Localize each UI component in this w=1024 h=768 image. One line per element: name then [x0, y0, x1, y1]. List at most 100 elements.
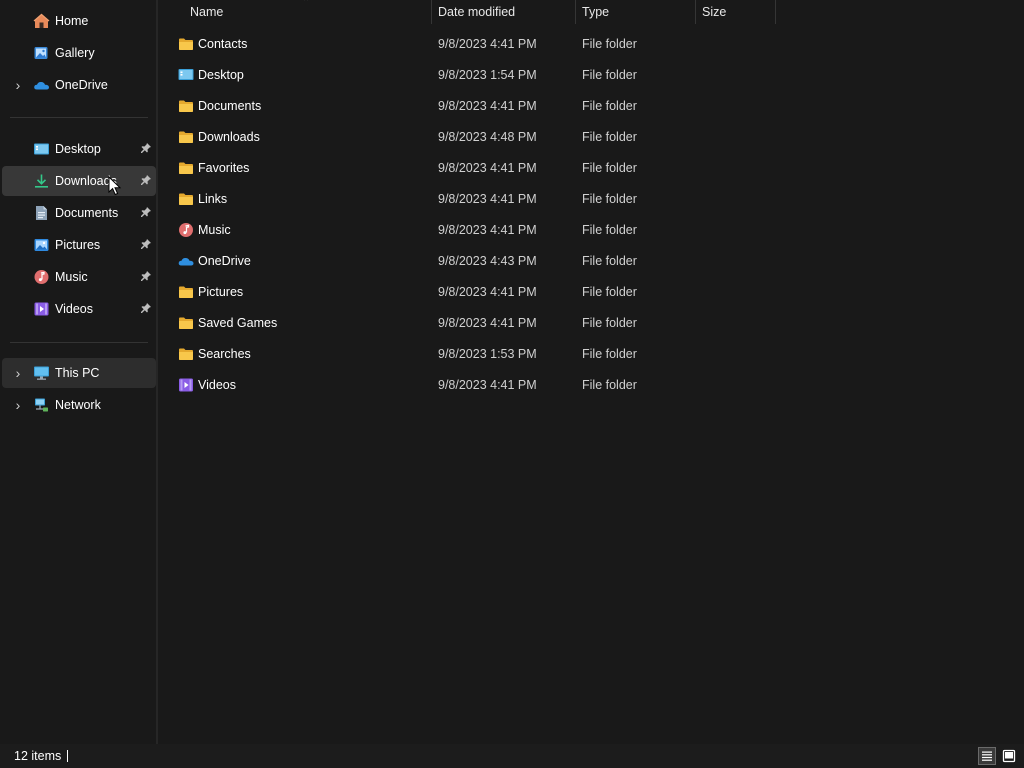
nav-divider: [10, 117, 148, 118]
file-name: Videos: [198, 378, 236, 392]
file-type: File folder: [582, 285, 637, 299]
file-row[interactable]: Favorites 9/8/2023 4:41 PM File folder: [166, 153, 776, 184]
this-pc-icon: [33, 365, 50, 381]
pin-icon[interactable]: [140, 238, 152, 250]
column-header-name[interactable]: Name: [190, 0, 223, 24]
gallery-icon: [33, 45, 50, 61]
nav-label: Music: [55, 270, 88, 284]
folder-icon: [178, 346, 194, 362]
column-divider[interactable]: [695, 0, 696, 24]
nav-label: Pictures: [55, 238, 101, 252]
file-row[interactable]: OneDrive 9/8/2023 4:43 PM File folder: [166, 246, 776, 277]
nav-item-downloads[interactable]: Downloads: [2, 166, 156, 196]
chevron-right-icon[interactable]: ›: [12, 78, 24, 92]
nav-item-home[interactable]: Home: [2, 6, 156, 36]
details-view-icon[interactable]: [978, 747, 996, 765]
file-row[interactable]: Desktop 9/8/2023 1:54 PM File folder: [166, 60, 776, 91]
nav-label: Documents: [55, 206, 119, 220]
file-type: File folder: [582, 37, 637, 51]
file-name: Favorites: [198, 161, 250, 175]
file-type: File folder: [582, 254, 637, 268]
column-header-type[interactable]: Type: [582, 0, 609, 24]
nav-item-videos[interactable]: Videos: [2, 294, 156, 324]
large-icons-view-icon[interactable]: [1000, 747, 1018, 765]
file-date-modified: 9/8/2023 1:54 PM: [438, 68, 537, 82]
file-date-modified: 9/8/2023 4:48 PM: [438, 130, 537, 144]
file-row[interactable]: Searches 9/8/2023 1:53 PM File folder: [166, 339, 776, 370]
folder-icon: [178, 315, 194, 331]
nav-item-desktop[interactable]: Desktop: [2, 134, 156, 164]
file-date-modified: 9/8/2023 4:43 PM: [438, 254, 537, 268]
nav-item-network[interactable]: › Network: [2, 390, 156, 420]
file-row[interactable]: Videos 9/8/2023 4:41 PM File folder: [166, 370, 776, 401]
pin-icon[interactable]: [140, 174, 152, 186]
file-name: Saved Games: [198, 316, 278, 330]
file-row[interactable]: Documents 9/8/2023 4:41 PM File folder: [166, 91, 776, 122]
file-type: File folder: [582, 378, 637, 392]
nav-item-gallery[interactable]: Gallery: [2, 38, 156, 68]
file-date-modified: 9/8/2023 4:41 PM: [438, 37, 537, 51]
desktop-icon: [33, 141, 50, 157]
folder-icon: [178, 160, 194, 176]
file-date-modified: 9/8/2023 4:41 PM: [438, 192, 537, 206]
status-bar: 12 items: [0, 744, 1024, 768]
nav-item-onedrive[interactable]: › OneDrive: [2, 70, 156, 100]
file-row[interactable]: Saved Games 9/8/2023 4:41 PM File folder: [166, 308, 776, 339]
nav-label: This PC: [55, 366, 100, 380]
column-divider[interactable]: [575, 0, 576, 24]
file-name: Music: [198, 223, 231, 237]
nav-item-documents[interactable]: Documents: [2, 198, 156, 228]
nav-label: Desktop: [55, 142, 101, 156]
file-row[interactable]: Contacts 9/8/2023 4:41 PM File folder: [166, 29, 776, 60]
sort-ascending-icon: ⌃: [302, 0, 311, 8]
file-type: File folder: [582, 161, 637, 175]
navigation-pane: Home Gallery › OneDrive Desktop Download…: [0, 0, 158, 744]
folder-icon: [178, 284, 194, 300]
nav-item-pictures[interactable]: Pictures: [2, 230, 156, 260]
onedrive-icon: [178, 253, 194, 269]
pin-icon[interactable]: [140, 302, 152, 314]
folder-icon: [178, 191, 194, 207]
chevron-right-icon[interactable]: ›: [12, 398, 24, 412]
file-type: File folder: [582, 68, 637, 82]
column-header-date-modified[interactable]: Date modified: [438, 0, 515, 24]
folder-icon: [178, 98, 194, 114]
pin-icon[interactable]: [140, 206, 152, 218]
pictures-icon: [33, 237, 50, 253]
nav-item-music[interactable]: Music: [2, 262, 156, 292]
file-row[interactable]: Downloads 9/8/2023 4:48 PM File folder: [166, 122, 776, 153]
nav-divider: [10, 342, 148, 343]
file-type: File folder: [582, 192, 637, 206]
documents-icon: [33, 205, 50, 221]
videos-icon: [178, 377, 194, 393]
nav-item-this-pc[interactable]: › This PC: [2, 358, 156, 388]
file-row[interactable]: Music 9/8/2023 4:41 PM File folder: [166, 215, 776, 246]
column-header-bar: ⌃ Name Date modified Type Size: [160, 0, 1024, 26]
nav-label: Home: [55, 14, 89, 28]
file-row[interactable]: Pictures 9/8/2023 4:41 PM File folder: [166, 277, 776, 308]
file-name: Downloads: [198, 130, 260, 144]
file-date-modified: 9/8/2023 4:41 PM: [438, 285, 537, 299]
item-count: 12 items: [14, 749, 62, 763]
videos-icon: [33, 301, 50, 317]
file-name: OneDrive: [198, 254, 251, 268]
file-name: Documents: [198, 99, 262, 113]
music-icon: [33, 269, 50, 285]
pin-icon[interactable]: [140, 142, 152, 154]
mouse-cursor-icon: [108, 175, 122, 196]
file-type: File folder: [582, 99, 637, 113]
pin-icon[interactable]: [140, 270, 152, 282]
column-divider[interactable]: [431, 0, 432, 24]
file-row[interactable]: Links 9/8/2023 4:41 PM File folder: [166, 184, 776, 215]
column-header-size[interactable]: Size: [702, 0, 726, 24]
file-type: File folder: [582, 316, 637, 330]
nav-label: Videos: [55, 302, 93, 316]
chevron-right-icon[interactable]: ›: [12, 366, 24, 380]
onedrive-icon: [33, 77, 50, 93]
music-icon: [178, 222, 194, 238]
column-divider[interactable]: [775, 0, 776, 24]
file-type: File folder: [582, 347, 637, 361]
file-date-modified: 9/8/2023 1:53 PM: [438, 347, 537, 361]
desktop-icon: [178, 67, 194, 83]
file-date-modified: 9/8/2023 4:41 PM: [438, 316, 537, 330]
